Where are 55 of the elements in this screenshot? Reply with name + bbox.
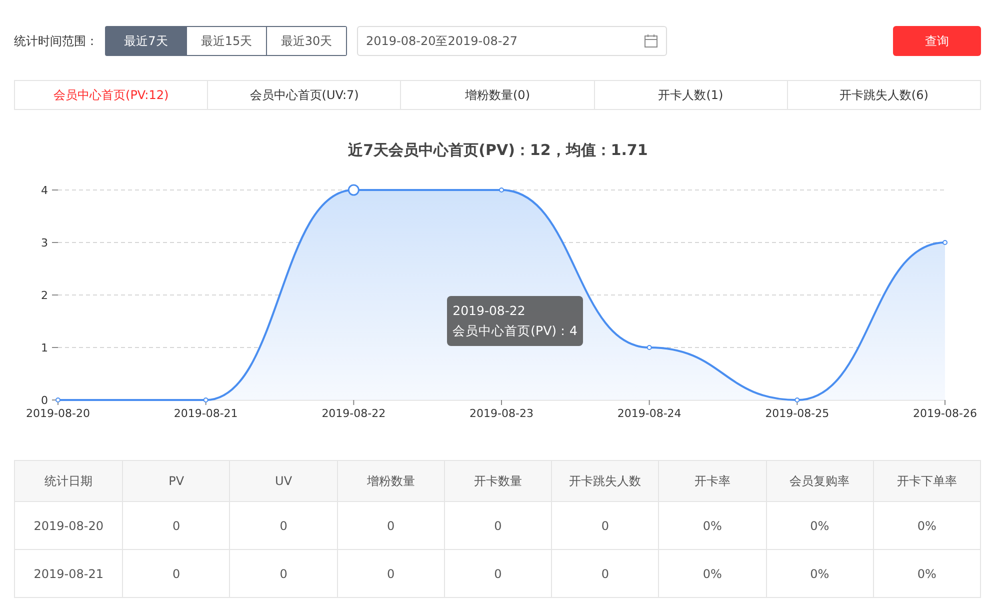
column-header: PV: [122, 461, 230, 501]
table-cell: 0%: [766, 502, 873, 549]
filter-label: 统计时间范围：: [14, 32, 98, 50]
range-tab[interactable]: 最近7天: [106, 27, 186, 55]
data-point: [646, 345, 652, 350]
table-cell: 0: [229, 502, 337, 549]
table-cell: 0%: [658, 550, 766, 597]
table-cell: 0: [444, 550, 552, 597]
table-cell: 0%: [872, 502, 980, 549]
y-axis-label: 3: [41, 236, 48, 250]
x-axis-label: 2019-08-20: [26, 407, 90, 420]
column-header: 统计日期: [44, 472, 94, 490]
table-cell: 0: [336, 550, 444, 597]
x-axis-label: 2019-08-25: [765, 407, 830, 420]
data-point: [348, 184, 360, 196]
table-cell-text: 2019-08-20: [32, 518, 104, 534]
table-cell: 0: [551, 550, 658, 597]
table-cell: 0%: [872, 550, 980, 597]
table-cell: 0: [229, 550, 337, 597]
query-button[interactable]: 查询: [893, 26, 981, 56]
range-tab[interactable]: 最近30天: [266, 27, 346, 55]
data-point: [56, 398, 60, 402]
column-header: 开卡下单率: [872, 461, 980, 501]
y-axis-label: 4: [41, 184, 48, 197]
data-point: [794, 398, 800, 402]
chart-title: 近7天会员中心首页(PV)：12，均值：1.71: [347, 141, 649, 161]
y-axis-label: 1: [41, 342, 48, 354]
y-axis-label: 2: [41, 289, 48, 302]
table-cell: 0: [444, 502, 552, 549]
tooltip-value: 会员中心首页(PV)：4: [452, 322, 578, 340]
x-axis-label: 2019-08-23: [470, 407, 534, 420]
column-header: UV: [229, 461, 337, 501]
table-cell: 0%: [658, 502, 766, 549]
table-cell: 0%: [766, 550, 873, 597]
x-axis-label: 2019-08-26: [913, 407, 977, 420]
column-header: 会员复购率: [766, 461, 873, 501]
x-axis-label: 2019-08-24: [617, 407, 682, 420]
data-point: [203, 398, 208, 402]
data-point: [499, 188, 504, 192]
table-cell: 0: [122, 550, 230, 597]
data-point: [942, 240, 948, 245]
column-header: 开卡数量: [444, 461, 552, 501]
table-cell: 0: [336, 502, 444, 549]
calendar-icon: [644, 34, 658, 48]
table-cell: 0: [122, 502, 230, 549]
column-header: 增粉数量: [336, 461, 444, 501]
x-axis-label: 2019-08-22: [322, 407, 386, 420]
column-header: 开卡跳失人数: [551, 461, 658, 501]
column-header: 开卡率: [658, 461, 766, 501]
date-range-field[interactable]: 2019-08-20至2019-08-27: [357, 26, 667, 56]
y-axis-label: 0: [41, 394, 48, 407]
table-cell: 0: [551, 502, 658, 549]
tooltip-date: 2019-08-22: [452, 302, 526, 320]
table-cell-text: 2019-08-21: [32, 566, 104, 582]
x-axis-label: 2019-08-21: [174, 407, 238, 420]
